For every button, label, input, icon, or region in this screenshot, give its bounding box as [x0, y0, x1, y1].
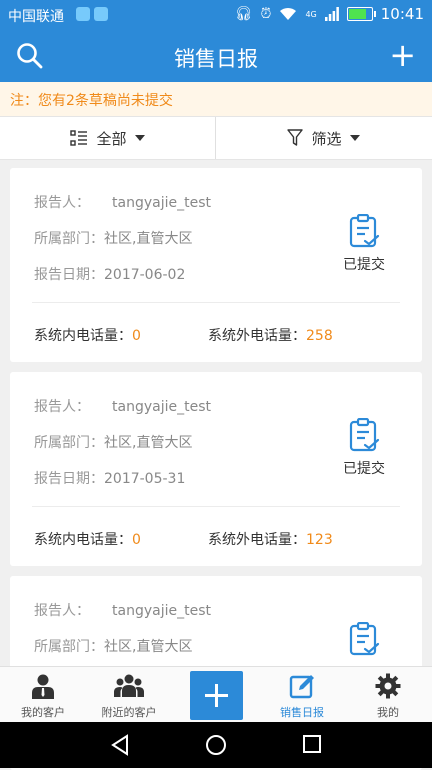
- list-icon: [70, 130, 88, 146]
- clock: 10:41: [380, 5, 424, 23]
- divider: [32, 506, 400, 507]
- department-label: 所属部门：: [34, 639, 104, 655]
- back-icon[interactable]: [110, 734, 130, 756]
- home-icon[interactable]: [205, 734, 227, 756]
- reporter-value: tangyajie_test: [112, 195, 211, 211]
- external-calls-value: 258: [306, 328, 333, 344]
- bottom-tab-bar: 我的客户 附近的客户 销售日报 我的: [0, 666, 432, 723]
- internal-calls-value: 0: [132, 328, 141, 344]
- signal-icon: [324, 7, 339, 21]
- scope-dropdown[interactable]: 全部: [0, 117, 216, 159]
- department-value: 社区,直管大区: [104, 639, 193, 655]
- headphones-icon: 🎧︎: [234, 6, 253, 22]
- reporter-label: 报告人：: [34, 195, 90, 211]
- department-value: 社区,直管大区: [104, 231, 193, 247]
- tab-label: 我的客户: [21, 706, 65, 719]
- edit-icon: [289, 675, 314, 699]
- clipboard-check-icon: [349, 214, 380, 248]
- network-type-label: 4G: [305, 9, 317, 19]
- external-calls-label: 系统外电话量：: [208, 328, 306, 344]
- battery-icon: [346, 7, 376, 21]
- system-nav-bar: [0, 722, 432, 768]
- status-text: 已提交: [343, 461, 385, 477]
- status-bar: 中国联通 🎧︎ ⏰︎ 4G 10:41: [0, 0, 432, 30]
- divider: [32, 302, 400, 303]
- recents-icon[interactable]: [302, 734, 322, 754]
- date-label: 报告日期：: [34, 267, 104, 283]
- app-header: 销售日报 +: [0, 30, 432, 82]
- status-badge: 已提交: [340, 214, 388, 274]
- alarm-icon: ⏰︎: [260, 6, 272, 22]
- tab-label: 附近的客户: [101, 706, 157, 719]
- date-value: 2017-06-02: [104, 267, 186, 283]
- create-button[interactable]: [190, 671, 243, 720]
- tab-sales-report[interactable]: 销售日报: [259, 667, 345, 723]
- scope-label: 全部: [96, 129, 127, 148]
- department-label: 所属部门：: [34, 435, 104, 451]
- reporter-value: tangyajie_test: [112, 603, 211, 619]
- reporter-label: 报告人：: [34, 399, 90, 415]
- person-icon: [32, 674, 54, 699]
- internal-calls-value: 0: [132, 532, 141, 548]
- message-icon: [94, 7, 108, 21]
- funnel-icon: [287, 129, 304, 146]
- add-report-button[interactable]: +: [389, 39, 416, 71]
- draft-notice[interactable]: 注：您有2条草稿尚未提交: [0, 82, 432, 116]
- chevron-down-icon: [349, 135, 360, 141]
- notification-icon: [76, 7, 90, 21]
- gear-icon: [375, 673, 401, 699]
- report-card[interactable]: 报告人： tangyajie_test 所属部门：社区,直管大区 报告日期：201…: [10, 372, 422, 566]
- tab-label: 我的: [377, 706, 399, 719]
- internal-calls-label: 系统内电话量：: [34, 532, 132, 548]
- report-card[interactable]: 报告人： tangyajie_test 所属部门：社区,直管大区 报告日期：201…: [10, 168, 422, 362]
- filter-dropdown[interactable]: 筛选: [216, 117, 431, 159]
- plus-icon: [205, 684, 228, 707]
- clipboard-check-icon: [349, 418, 380, 452]
- date-label: 报告日期：: [34, 471, 104, 487]
- wifi-icon: [280, 7, 297, 20]
- tab-nearby-customers[interactable]: 附近的客户: [86, 667, 172, 723]
- reporter-value: tangyajie_test: [112, 399, 211, 415]
- department-label: 所属部门：: [34, 231, 104, 247]
- date-value: 2017-05-31: [104, 471, 186, 487]
- status-badge: 已提交: [340, 418, 388, 478]
- tab-my-customers[interactable]: 我的客户: [0, 667, 86, 723]
- draft-notice-text: 注：您有2条草稿尚未提交: [10, 93, 173, 109]
- internal-calls-label: 系统内电话量：: [34, 328, 132, 344]
- filter-label: 筛选: [311, 129, 342, 148]
- tab-label: 销售日报: [280, 706, 324, 719]
- department-value: 社区,直管大区: [104, 435, 193, 451]
- group-icon: [114, 674, 144, 697]
- status-badge: [340, 622, 388, 656]
- clipboard-check-icon: [349, 622, 380, 656]
- filter-bar: 全部 筛选: [0, 116, 432, 160]
- external-calls-value: 123: [306, 532, 333, 548]
- chevron-down-icon: [134, 135, 145, 141]
- tab-me[interactable]: 我的: [345, 667, 431, 723]
- status-text: 已提交: [343, 257, 385, 273]
- carrier-name: 中国联通: [8, 9, 64, 25]
- page-title: 销售日报: [174, 47, 258, 71]
- reporter-label: 报告人：: [34, 603, 90, 619]
- external-calls-label: 系统外电话量：: [208, 532, 306, 548]
